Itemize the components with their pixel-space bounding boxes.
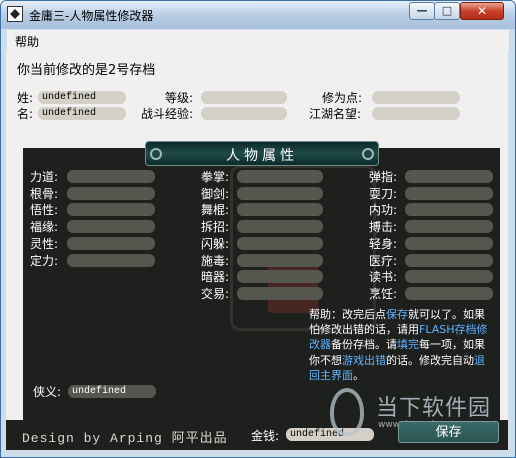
attr-field[interactable] xyxy=(67,253,155,267)
name-label: 名: xyxy=(17,107,34,121)
close-icon: ✕ xyxy=(476,4,488,18)
attr-field[interactable] xyxy=(67,186,155,200)
minimize-icon: — xyxy=(416,4,428,17)
attr-field[interactable] xyxy=(405,236,493,250)
surname-field[interactable]: undefined xyxy=(38,91,126,104)
title-bar[interactable]: 金庸三-人物属性修改器 — □ ✕ xyxy=(1,1,515,29)
watermark-logo-icon xyxy=(330,388,364,436)
help-text-3: 备份存档。请 xyxy=(331,338,397,352)
attr-field[interactable] xyxy=(67,203,155,217)
window-title: 金庸三-人物属性修改器 xyxy=(29,9,154,23)
attr-field[interactable] xyxy=(405,186,493,200)
maximize-icon: □ xyxy=(441,4,453,17)
attr-field[interactable] xyxy=(237,270,323,284)
surname-label: 姓: xyxy=(17,91,34,105)
help-text-6: 。 xyxy=(353,368,364,382)
attr-field[interactable] xyxy=(237,220,323,234)
watermark-brand: 当下软件园 xyxy=(376,396,492,421)
attr-field[interactable] xyxy=(67,220,155,234)
attr-label: 内功: xyxy=(369,203,398,218)
name-field[interactable]: undefined xyxy=(38,107,126,120)
ornament-right-icon xyxy=(362,148,374,160)
minimize-button[interactable]: — xyxy=(409,2,435,20)
attr-label: 读书: xyxy=(369,270,398,285)
exp-field[interactable] xyxy=(201,107,287,120)
menu-bar: 帮助 xyxy=(7,30,509,51)
attr-label: 拆招: xyxy=(201,220,230,235)
level-label: 等级: xyxy=(165,91,194,105)
save-button[interactable]: 保存 xyxy=(398,421,499,443)
chivalry-field[interactable]: undefined xyxy=(68,385,156,398)
cultivation-field[interactable] xyxy=(372,91,460,104)
attr-field[interactable] xyxy=(405,253,493,267)
attr-field[interactable] xyxy=(405,220,493,234)
help-link-save[interactable]: 保存 xyxy=(386,308,408,321)
menu-help[interactable]: 帮助 xyxy=(15,33,39,50)
attr-label: 定力: xyxy=(30,253,59,268)
attr-field[interactable] xyxy=(405,203,493,217)
help-link-fill[interactable]: 填完 xyxy=(397,338,419,351)
credit-text: Design by Arping 阿平出品 xyxy=(22,431,228,446)
panel-title-banner: 人物属性 xyxy=(145,141,379,166)
attr-field[interactable] xyxy=(237,170,323,183)
attr-label: 搏击: xyxy=(369,220,398,235)
attr-label: 闪躲: xyxy=(201,236,230,251)
reputation-field[interactable] xyxy=(372,107,460,120)
cultivation-label: 修为点: xyxy=(322,91,363,105)
help-link-game-error[interactable]: 游戏出错 xyxy=(342,354,386,367)
help-text: 帮助：改完后点保存就可以了。如果怕修改出错的话，请用FLASH存档修改器备份存档… xyxy=(309,307,494,383)
attr-label: 根骨: xyxy=(30,186,59,201)
chivalry-label: 侠义: xyxy=(33,385,62,399)
attr-label: 御剑: xyxy=(201,186,230,201)
attr-field[interactable] xyxy=(405,270,493,284)
attr-label: 烹饪: xyxy=(369,286,398,301)
attr-label: 施毒: xyxy=(201,253,230,268)
reputation-label: 江湖名望: xyxy=(309,107,362,121)
close-button[interactable]: ✕ xyxy=(460,2,504,20)
maximize-button[interactable]: □ xyxy=(434,2,460,20)
attr-label: 轻身: xyxy=(369,236,398,251)
attr-field[interactable] xyxy=(67,170,155,183)
attr-label: 交易: xyxy=(201,286,230,301)
attr-field[interactable] xyxy=(67,236,155,250)
panel-title: 人物属性 xyxy=(226,148,298,164)
attr-field[interactable] xyxy=(405,286,493,300)
attr-label: 暗器: xyxy=(201,270,230,285)
attr-label: 福缘: xyxy=(30,220,59,235)
save-slot-text: 你当前修改的是2号存档 xyxy=(17,63,156,78)
attr-field[interactable] xyxy=(405,170,493,183)
attr-field[interactable] xyxy=(237,236,323,250)
attr-label: 悟性: xyxy=(30,203,59,218)
attr-label: 力道: xyxy=(30,170,59,184)
attr-label: 医疗: xyxy=(369,253,398,268)
attr-field[interactable] xyxy=(237,286,323,300)
exp-label: 战斗经验: xyxy=(141,107,194,121)
attr-label: 灵性: xyxy=(30,236,59,251)
attr-field[interactable] xyxy=(237,186,323,200)
attr-label: 弹指: xyxy=(369,170,398,184)
money-label: 金钱: xyxy=(251,429,280,443)
attr-label: 舞棍: xyxy=(201,203,230,218)
app-icon xyxy=(7,6,23,22)
attr-field[interactable] xyxy=(237,253,323,267)
level-field[interactable] xyxy=(201,91,287,104)
attr-field[interactable] xyxy=(237,203,323,217)
attr-label: 耍刀: xyxy=(369,186,398,201)
help-text-5: 的话。修改完自动 xyxy=(386,353,474,367)
help-text-1: 帮助：改完后点 xyxy=(309,308,386,321)
attr-label: 拳掌: xyxy=(201,170,230,184)
